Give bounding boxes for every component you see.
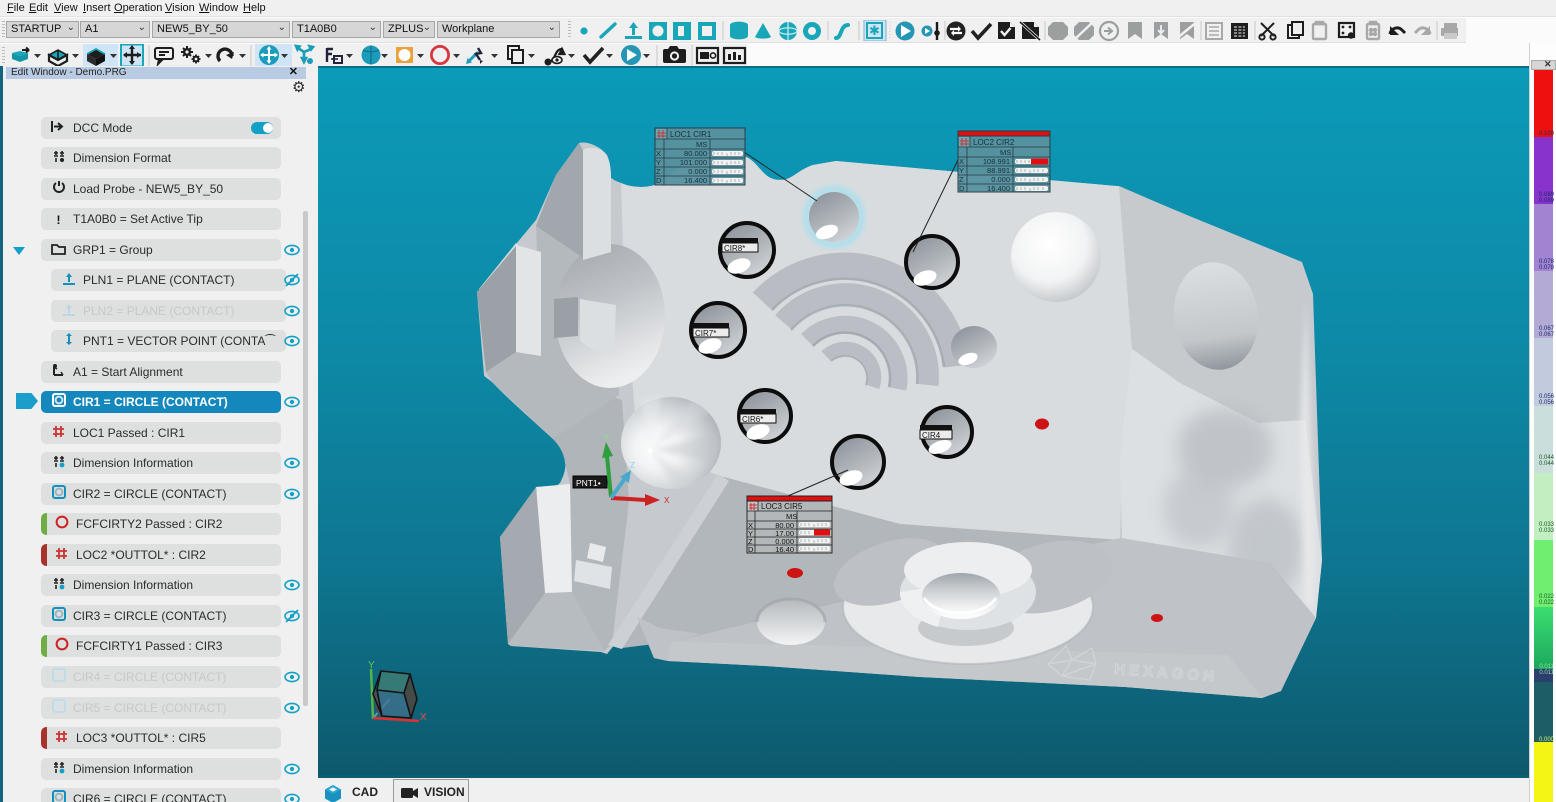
svg-text:X: X [420, 712, 427, 723]
svg-text:✱: ✱ [869, 23, 880, 38]
svg-text:MS: MS [1000, 148, 1011, 157]
svg-text:108.991: 108.991 [983, 157, 1010, 166]
svg-text:CIR7*: CIR7* [695, 329, 716, 338]
svg-text:0.000: 0.000 [688, 167, 707, 176]
svg-text:X: X [959, 157, 964, 166]
svg-text:Z: Z [630, 461, 635, 470]
svg-text:MS: MS [696, 140, 707, 149]
svg-text:16.400: 16.400 [684, 176, 707, 185]
svg-text:CIR6*: CIR6* [742, 415, 763, 424]
svg-text:D: D [959, 184, 965, 193]
svg-text:D: D [748, 545, 754, 554]
svg-text:16.40: 16.40 [775, 545, 794, 554]
svg-text:CIR4: CIR4 [922, 431, 941, 440]
svg-text:PNT1•: PNT1• [576, 478, 601, 488]
svg-text:Y: Y [656, 158, 661, 167]
svg-text:Z: Z [959, 175, 964, 184]
svg-text:CIR8*: CIR8* [724, 244, 745, 253]
svg-text:Z: Z [656, 167, 661, 176]
svg-text:Y: Y [604, 433, 610, 442]
svg-text:X: X [656, 149, 661, 158]
svg-text:88.991: 88.991 [987, 166, 1010, 175]
svg-text:LOC1 CIR1: LOC1 CIR1 [670, 130, 712, 139]
svg-text:Y: Y [959, 166, 964, 175]
svg-text:0.000: 0.000 [991, 175, 1010, 184]
svg-text:MS: MS [786, 512, 797, 521]
svg-text:Y: Y [368, 660, 375, 671]
svg-text:X: X [664, 496, 670, 505]
svg-text:80.000: 80.000 [684, 149, 707, 158]
svg-text:LOC3 CIR5: LOC3 CIR5 [761, 502, 803, 511]
svg-text:D: D [656, 176, 662, 185]
svg-text:LOC2 CIR2: LOC2 CIR2 [973, 138, 1015, 147]
svg-text:101.000: 101.000 [680, 158, 707, 167]
svg-text:16.400: 16.400 [987, 184, 1010, 193]
